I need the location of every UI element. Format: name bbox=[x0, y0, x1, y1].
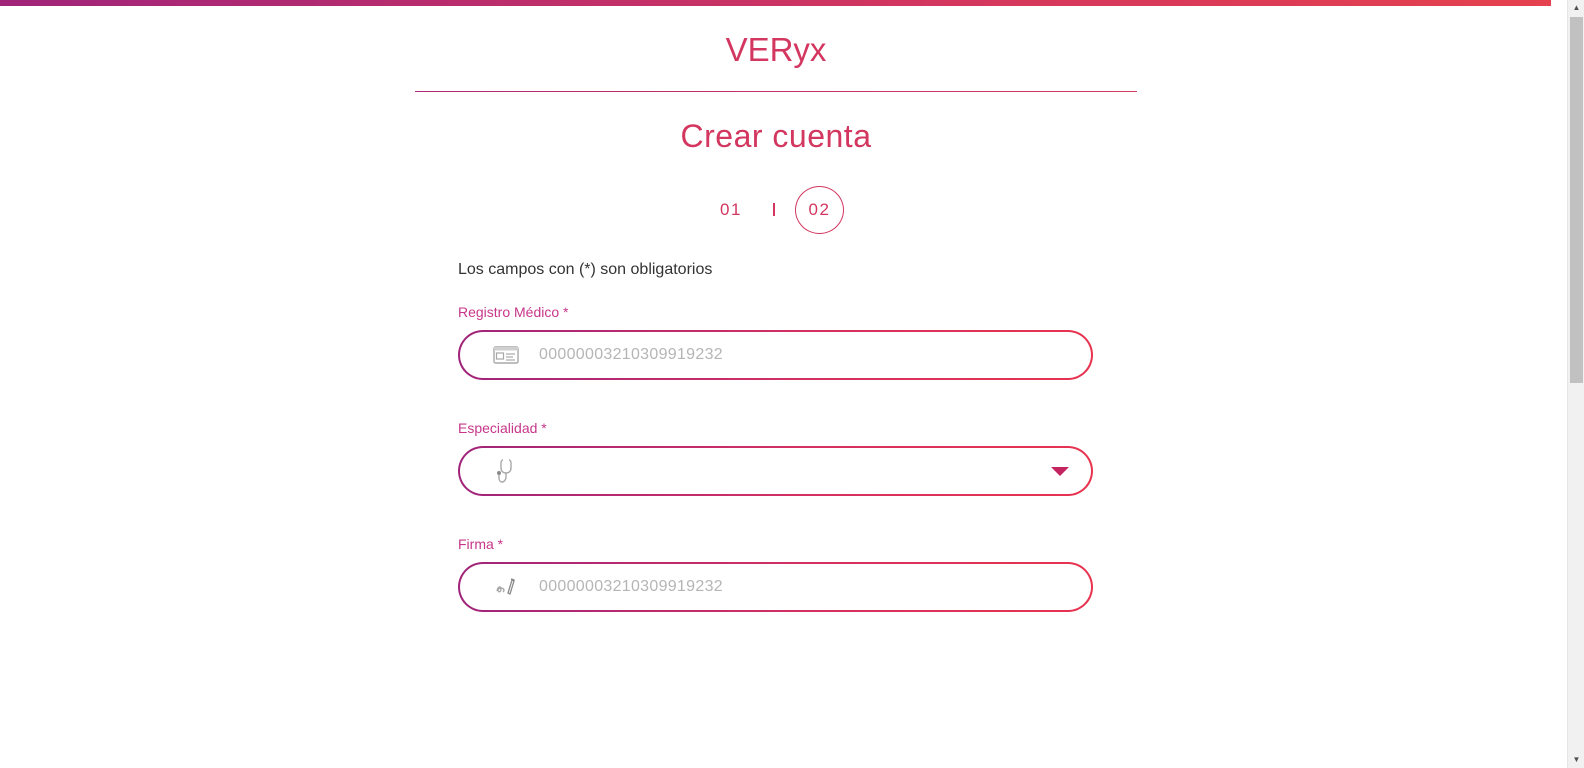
medical-registry-field[interactable] bbox=[458, 330, 1093, 380]
vertical-scrollbar[interactable]: ▲ ▼ bbox=[1567, 0, 1584, 768]
signature-pen-icon bbox=[492, 574, 520, 600]
id-card-icon bbox=[492, 342, 520, 368]
medical-registry-label: Registro Médico * bbox=[458, 304, 569, 320]
signature-label: Firma * bbox=[458, 536, 504, 552]
step-1-indicator[interactable]: 01 bbox=[708, 196, 754, 224]
chevron-down-icon[interactable] bbox=[1051, 467, 1069, 476]
stethoscope-icon bbox=[492, 458, 520, 484]
top-accent-bar bbox=[0, 0, 1551, 6]
scrollbar-thumb[interactable] bbox=[1570, 17, 1583, 383]
step-separator bbox=[773, 203, 775, 216]
signature-input[interactable] bbox=[539, 564, 1059, 610]
page-title: Crear cuenta bbox=[680, 118, 872, 154]
scroll-down-icon[interactable]: ▼ bbox=[1568, 752, 1584, 768]
specialty-label: Especialidad * bbox=[458, 420, 547, 436]
required-fields-note: Los campos con (*) son obligatorios bbox=[458, 261, 713, 278]
brand-logo: VERyx bbox=[725, 31, 827, 68]
scroll-up-icon[interactable]: ▲ bbox=[1568, 0, 1584, 16]
specialty-selected-value bbox=[539, 448, 1059, 494]
brand-divider bbox=[415, 91, 1137, 92]
specialty-select[interactable] bbox=[458, 446, 1093, 496]
medical-registry-input[interactable] bbox=[539, 332, 1059, 378]
signature-field[interactable] bbox=[458, 562, 1093, 612]
step-2-indicator-active[interactable]: 02 bbox=[795, 186, 844, 234]
